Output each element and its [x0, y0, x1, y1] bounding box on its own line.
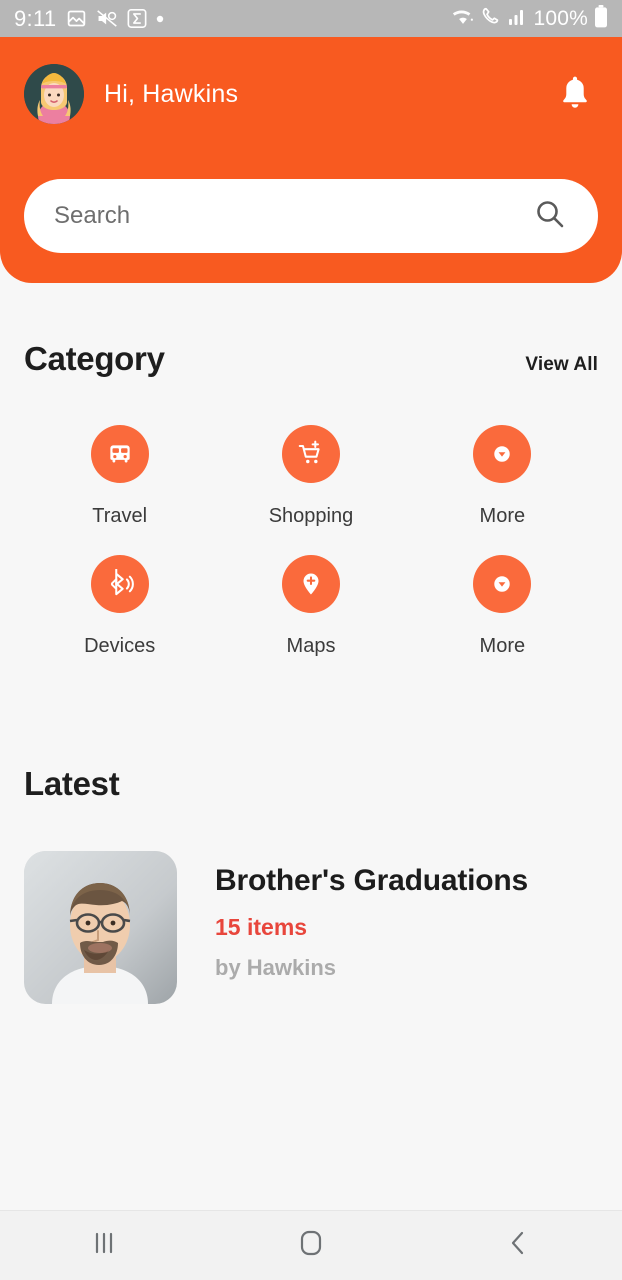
image-icon — [66, 8, 87, 29]
search-bar[interactable] — [24, 179, 598, 253]
sigma-icon — [127, 8, 147, 29]
portrait-photo — [24, 851, 177, 1004]
category-item-travel[interactable]: Travel — [24, 425, 215, 528]
home-icon — [296, 1228, 326, 1263]
search-input[interactable] — [54, 202, 532, 230]
wifi-icon — [451, 6, 475, 31]
status-bar-notification-icons — [66, 8, 164, 29]
status-bar-clock: 9:11 — [14, 5, 57, 31]
no-sound-icon — [96, 9, 118, 28]
category-grid: Travel Shopping More Devices Maps More — [24, 425, 598, 658]
chevron-down-circle-icon — [473, 555, 532, 613]
back-icon — [505, 1229, 531, 1262]
chevron-down-circle-icon — [473, 425, 532, 483]
category-view-all-link[interactable]: View All — [525, 354, 598, 376]
category-label: Maps — [286, 635, 336, 657]
battery-icon — [594, 4, 608, 33]
category-item-more-2[interactable]: More — [407, 555, 598, 658]
list-item[interactable]: Brother's Graduations 15 items by Hawkin… — [24, 851, 598, 1006]
greeting-row: Hi, Hawkins — [24, 63, 598, 125]
dot-icon — [156, 15, 164, 23]
android-navigation-bar — [0, 1210, 622, 1280]
latest-title: Latest — [24, 765, 120, 802]
search-icon — [534, 198, 566, 235]
category-label: Devices — [84, 635, 156, 657]
greeting-text: Hi, Hawkins — [104, 79, 239, 108]
back-button[interactable] — [415, 1211, 622, 1280]
latest-section-header: Latest — [24, 765, 598, 803]
category-label: More — [479, 505, 526, 527]
status-bar-system-icons: 100% — [451, 4, 608, 33]
list-item-body: Brother's Graduations 15 items by Hawkin… — [215, 851, 528, 981]
category-item-more-1[interactable]: More — [407, 425, 598, 528]
recents-button[interactable] — [0, 1211, 207, 1280]
list-item-author: by Hawkins — [215, 955, 337, 980]
battery-percentage: 100% — [533, 6, 588, 30]
search-button[interactable] — [532, 198, 568, 234]
bluetooth-audio-icon — [90, 555, 149, 613]
category-item-shopping[interactable]: Shopping — [215, 425, 406, 528]
app-header: Hi, Hawkins — [0, 37, 622, 283]
recents-icon — [89, 1230, 119, 1261]
category-item-maps[interactable]: Maps — [215, 555, 406, 658]
list-item-count: 15 items — [215, 914, 308, 940]
avatar[interactable] — [24, 64, 84, 124]
map-pin-plus-icon — [281, 555, 340, 613]
category-section-header: Category View All — [24, 340, 598, 378]
status-bar: 9:11 100% — [0, 0, 622, 37]
list-item-title: Brother's Graduations — [215, 864, 528, 897]
app-screen: 9:11 100% Hi, Hawkins Search Category Vi… — [0, 0, 622, 1280]
category-item-devices[interactable]: Devices — [24, 555, 215, 658]
notification-bell-button[interactable] — [552, 71, 598, 117]
bell-icon — [558, 74, 592, 115]
category-label: Shopping — [268, 505, 354, 527]
category-label: More — [479, 635, 526, 657]
home-button[interactable] — [207, 1211, 414, 1280]
signal-icon — [508, 7, 527, 31]
call-icon — [481, 6, 502, 31]
category-title: Category — [24, 340, 165, 377]
bus-icon — [90, 425, 149, 483]
cart-plus-icon — [281, 425, 340, 483]
category-label: Travel — [92, 505, 148, 527]
